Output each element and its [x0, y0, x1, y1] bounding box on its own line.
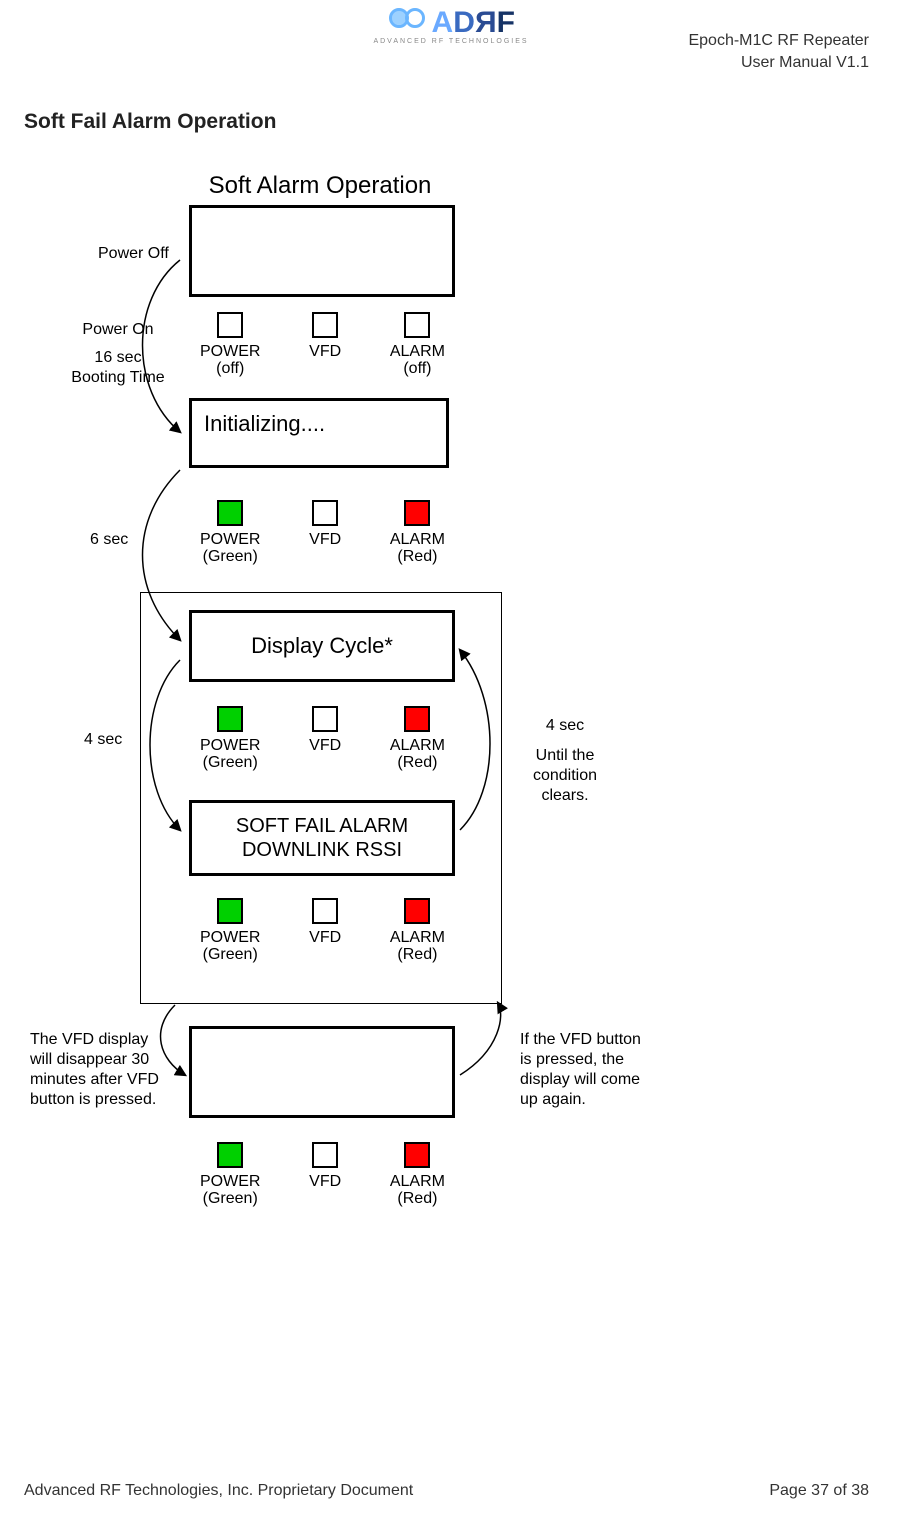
- arrow-blank-to-group-icon: [460, 1003, 501, 1075]
- arrow-softfail-to-cycle-icon: [460, 650, 490, 830]
- arrow-group-to-blank-icon: [161, 1005, 185, 1075]
- arrows-layer: [0, 0, 899, 1300]
- arrow-cycle-to-softfail-icon: [150, 660, 180, 830]
- footer-right: Page 37 of 38: [769, 1482, 869, 1500]
- arrow-init-to-cycle-icon: [143, 470, 181, 640]
- footer-left: Advanced RF Technologies, Inc. Proprieta…: [24, 1482, 413, 1500]
- arrow-poweroff-to-init-icon: [143, 260, 181, 432]
